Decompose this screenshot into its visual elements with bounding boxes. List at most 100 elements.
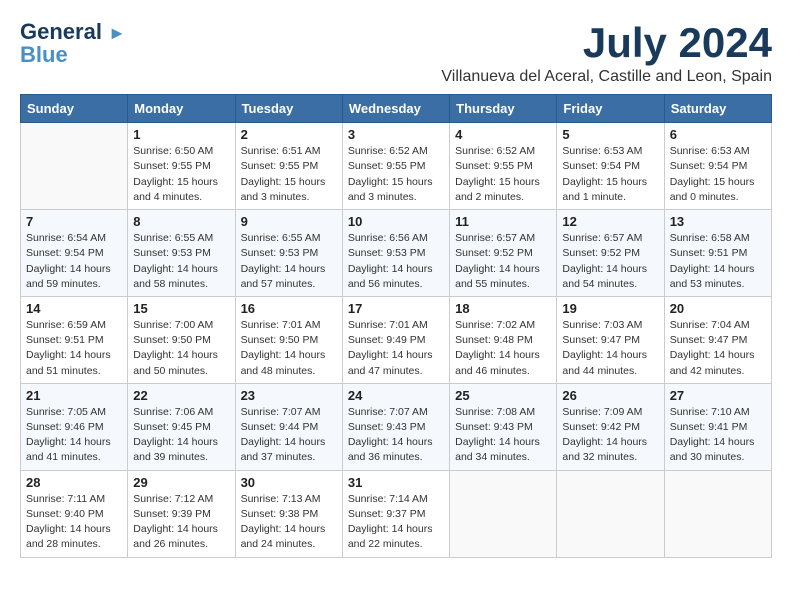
day-number: 18 — [455, 301, 551, 316]
day-info: Sunrise: 7:12 AM Sunset: 9:39 PM Dayligh… — [133, 492, 229, 553]
day-number: 9 — [241, 214, 337, 229]
calendar-cell: 24 Sunrise: 7:07 AM Sunset: 9:43 PM Dayli… — [342, 383, 449, 470]
day-number: 14 — [26, 301, 122, 316]
day-number: 5 — [562, 127, 658, 142]
calendar-cell — [21, 123, 128, 210]
day-info: Sunrise: 6:55 AM Sunset: 9:53 PM Dayligh… — [241, 231, 337, 292]
weekday-header-sunday: Sunday — [21, 95, 128, 123]
day-info: Sunrise: 6:56 AM Sunset: 9:53 PM Dayligh… — [348, 231, 444, 292]
day-info: Sunrise: 6:55 AM Sunset: 9:53 PM Dayligh… — [133, 231, 229, 292]
calendar-cell: 12Sunrise: 6:57 AM Sunset: 9:52 PM Dayli… — [557, 210, 664, 297]
calendar-cell: 5 Sunrise: 6:53 AM Sunset: 9:54 PM Daylig… — [557, 123, 664, 210]
weekday-header-tuesday: Tuesday — [235, 95, 342, 123]
calendar-cell: 8 Sunrise: 6:55 AM Sunset: 9:53 PM Daylig… — [128, 210, 235, 297]
calendar-cell: 27 Sunrise: 7:10 AM Sunset: 9:41 PM Dayli… — [664, 383, 771, 470]
day-number: 10 — [348, 214, 444, 229]
calendar-cell — [450, 470, 557, 557]
week-row-1: 1 Sunrise: 6:50 AM Sunset: 9:55 PM Daylig… — [21, 123, 772, 210]
calendar-cell — [664, 470, 771, 557]
day-info: Sunrise: 6:57 AM Sunset: 9:52 PM Dayligh… — [455, 231, 551, 292]
day-number: 27 — [670, 388, 766, 403]
day-info: Sunrise: 7:07 AM Sunset: 9:44 PM Dayligh… — [241, 405, 337, 466]
calendar-cell: 19 Sunrise: 7:03 AM Sunset: 9:47 PM Dayli… — [557, 296, 664, 383]
calendar-cell: 16 Sunrise: 7:01 AM Sunset: 9:50 PM Dayli… — [235, 296, 342, 383]
calendar-cell: 13 Sunrise: 6:58 AM Sunset: 9:51 PM Dayli… — [664, 210, 771, 297]
month-title: July 2024 — [441, 20, 772, 66]
day-info: Sunrise: 7:03 AM Sunset: 9:47 PM Dayligh… — [562, 318, 658, 379]
calendar-cell: 15Sunrise: 7:00 AM Sunset: 9:50 PM Dayli… — [128, 296, 235, 383]
day-info: Sunrise: 6:58 AM Sunset: 9:51 PM Dayligh… — [670, 231, 766, 292]
location-title: Villanueva del Aceral, Castille and Leon… — [441, 68, 772, 86]
day-info: Sunrise: 7:00 AM Sunset: 9:50 PM Dayligh… — [133, 318, 229, 379]
day-number: 2 — [241, 127, 337, 142]
day-info: Sunrise: 6:51 AM Sunset: 9:55 PM Dayligh… — [241, 144, 337, 205]
day-number: 1 — [133, 127, 229, 142]
day-info: Sunrise: 7:07 AM Sunset: 9:43 PM Dayligh… — [348, 405, 444, 466]
day-info: Sunrise: 7:09 AM Sunset: 9:42 PM Dayligh… — [562, 405, 658, 466]
weekday-header-saturday: Saturday — [664, 95, 771, 123]
day-info: Sunrise: 6:59 AM Sunset: 9:51 PM Dayligh… — [26, 318, 122, 379]
calendar-cell: 3 Sunrise: 6:52 AM Sunset: 9:55 PM Daylig… — [342, 123, 449, 210]
weekday-header-monday: Monday — [128, 95, 235, 123]
day-info: Sunrise: 7:04 AM Sunset: 9:47 PM Dayligh… — [670, 318, 766, 379]
day-number: 29 — [133, 475, 229, 490]
weekday-header-thursday: Thursday — [450, 95, 557, 123]
day-info: Sunrise: 7:01 AM Sunset: 9:50 PM Dayligh… — [241, 318, 337, 379]
calendar-cell: 1 Sunrise: 6:50 AM Sunset: 9:55 PM Daylig… — [128, 123, 235, 210]
calendar-cell: 20Sunrise: 7:04 AM Sunset: 9:47 PM Dayli… — [664, 296, 771, 383]
logo: General ► Blue — [20, 20, 126, 66]
calendar-cell: 2 Sunrise: 6:51 AM Sunset: 9:55 PM Daylig… — [235, 123, 342, 210]
day-info: Sunrise: 6:57 AM Sunset: 9:52 PM Dayligh… — [562, 231, 658, 292]
day-number: 30 — [241, 475, 337, 490]
calendar-cell: 6Sunrise: 6:53 AM Sunset: 9:54 PM Daylig… — [664, 123, 771, 210]
day-number: 16 — [241, 301, 337, 316]
day-info: Sunrise: 7:13 AM Sunset: 9:38 PM Dayligh… — [241, 492, 337, 553]
calendar-cell: 14 Sunrise: 6:59 AM Sunset: 9:51 PM Dayli… — [21, 296, 128, 383]
calendar-cell: 9 Sunrise: 6:55 AM Sunset: 9:53 PM Daylig… — [235, 210, 342, 297]
calendar-cell: 11Sunrise: 6:57 AM Sunset: 9:52 PM Dayli… — [450, 210, 557, 297]
calendar-cell: 30 Sunrise: 7:13 AM Sunset: 9:38 PM Dayli… — [235, 470, 342, 557]
calendar-cell: 10 Sunrise: 6:56 AM Sunset: 9:53 PM Dayli… — [342, 210, 449, 297]
day-number: 23 — [241, 388, 337, 403]
logo-blue: Blue — [20, 44, 68, 66]
day-info: Sunrise: 7:10 AM Sunset: 9:41 PM Dayligh… — [670, 405, 766, 466]
day-info: Sunrise: 7:02 AM Sunset: 9:48 PM Dayligh… — [455, 318, 551, 379]
calendar-cell: 23 Sunrise: 7:07 AM Sunset: 9:44 PM Dayli… — [235, 383, 342, 470]
day-info: Sunrise: 6:52 AM Sunset: 9:55 PM Dayligh… — [455, 144, 551, 205]
day-info: Sunrise: 7:06 AM Sunset: 9:45 PM Dayligh… — [133, 405, 229, 466]
day-number: 24 — [348, 388, 444, 403]
week-row-3: 14 Sunrise: 6:59 AM Sunset: 9:51 PM Dayli… — [21, 296, 772, 383]
logo-bird-icon: ► — [108, 23, 126, 43]
day-number: 22 — [133, 388, 229, 403]
day-info: Sunrise: 7:05 AM Sunset: 9:46 PM Dayligh… — [26, 405, 122, 466]
day-number: 3 — [348, 127, 444, 142]
day-number: 7 — [26, 214, 122, 229]
day-info: Sunrise: 6:53 AM Sunset: 9:54 PM Dayligh… — [562, 144, 658, 205]
day-number: 8 — [133, 214, 229, 229]
week-row-2: 7 Sunrise: 6:54 AM Sunset: 9:54 PM Daylig… — [21, 210, 772, 297]
weekday-header-row: SundayMondayTuesdayWednesdayThursdayFrid… — [21, 95, 772, 123]
day-number: 19 — [562, 301, 658, 316]
day-info: Sunrise: 7:01 AM Sunset: 9:49 PM Dayligh… — [348, 318, 444, 379]
weekday-header-wednesday: Wednesday — [342, 95, 449, 123]
day-number: 25 — [455, 388, 551, 403]
calendar-cell: 31 Sunrise: 7:14 AM Sunset: 9:37 PM Dayli… — [342, 470, 449, 557]
day-info: Sunrise: 7:11 AM Sunset: 9:40 PM Dayligh… — [26, 492, 122, 553]
day-info: Sunrise: 6:53 AM Sunset: 9:54 PM Dayligh… — [670, 144, 766, 205]
week-row-5: 28Sunrise: 7:11 AM Sunset: 9:40 PM Dayli… — [21, 470, 772, 557]
calendar-table: SundayMondayTuesdayWednesdayThursdayFrid… — [20, 94, 772, 557]
day-info: Sunrise: 6:52 AM Sunset: 9:55 PM Dayligh… — [348, 144, 444, 205]
day-info: Sunrise: 6:50 AM Sunset: 9:55 PM Dayligh… — [133, 144, 229, 205]
calendar-cell: 25 Sunrise: 7:08 AM Sunset: 9:43 PM Dayli… — [450, 383, 557, 470]
day-info: Sunrise: 7:08 AM Sunset: 9:43 PM Dayligh… — [455, 405, 551, 466]
calendar-cell: 7 Sunrise: 6:54 AM Sunset: 9:54 PM Daylig… — [21, 210, 128, 297]
calendar-cell: 28Sunrise: 7:11 AM Sunset: 9:40 PM Dayli… — [21, 470, 128, 557]
calendar-cell: 22 Sunrise: 7:06 AM Sunset: 9:45 PM Dayli… — [128, 383, 235, 470]
day-number: 31 — [348, 475, 444, 490]
day-info: Sunrise: 6:54 AM Sunset: 9:54 PM Dayligh… — [26, 231, 122, 292]
day-info: Sunrise: 7:14 AM Sunset: 9:37 PM Dayligh… — [348, 492, 444, 553]
day-number: 13 — [670, 214, 766, 229]
calendar-cell: 21Sunrise: 7:05 AM Sunset: 9:46 PM Dayli… — [21, 383, 128, 470]
week-row-4: 21Sunrise: 7:05 AM Sunset: 9:46 PM Dayli… — [21, 383, 772, 470]
logo-general: General — [20, 19, 102, 44]
